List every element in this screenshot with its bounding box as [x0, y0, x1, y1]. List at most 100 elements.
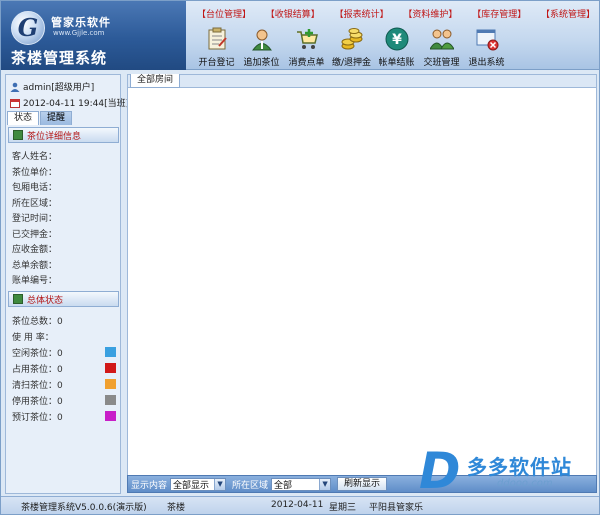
deposit-button[interactable]: 缴/退押金 — [329, 25, 374, 69]
exit-label: 退出系统 — [468, 58, 505, 68]
field-deposit-paid: 已交押金： — [12, 229, 58, 240]
user-icon — [10, 82, 20, 92]
left-tabs: 状态 提醒 — [7, 111, 73, 125]
users-icon — [429, 26, 455, 52]
tab-status[interactable]: 状态 — [7, 111, 40, 125]
chevron-down-icon: ▼ — [319, 478, 331, 490]
deposit-label: 缴/退押金 — [331, 58, 372, 68]
status-section-title: 总体状态 — [27, 295, 64, 306]
area-filter-label: 所在区域 — [232, 480, 269, 491]
area-filter-value: 全部 — [274, 480, 293, 491]
settle-bill-label: 帐单结账 — [378, 58, 415, 68]
cleaning-color-swatch — [105, 379, 116, 389]
exit-button[interactable]: 退出系统 — [464, 25, 509, 69]
free-color-swatch — [105, 347, 116, 357]
company-name: 管家乐软件 — [51, 16, 111, 29]
display-filter-select[interactable]: 全部显示 ▼ — [170, 477, 227, 491]
field-guest-name: 客人姓名： — [12, 152, 58, 162]
svg-text:¥: ¥ — [392, 32, 402, 48]
stat-disabled-seats: 停用茶位：0 — [12, 392, 116, 408]
tab-all-rooms[interactable]: 全部房间 — [130, 74, 181, 88]
add-seat-button[interactable]: 追加茶位 — [239, 25, 284, 69]
menu-reports[interactable]: 【报表统计】 — [335, 7, 389, 21]
room-tabbar — [128, 75, 596, 88]
user-add-icon — [249, 26, 275, 52]
current-user-text: admin[超级用户] — [23, 83, 95, 93]
stat-usage-rate-label: 使 用 率： — [12, 332, 54, 343]
menu-inventory[interactable]: 【库存管理】 — [472, 7, 526, 21]
field-room-phone: 包厢电话： — [12, 183, 58, 193]
app-title: 茶楼管理系统 — [11, 49, 108, 67]
disabled-color-swatch — [105, 395, 116, 405]
yen-icon: ¥ — [384, 26, 410, 52]
detail-section-title: 茶位详细信息 — [27, 131, 82, 142]
stat-total-seats-label: 茶位总数：0 — [12, 316, 63, 327]
field-checkin-time: 登记时间： — [12, 214, 58, 224]
stat-cleaning-seats: 清扫茶位：0 — [12, 376, 116, 392]
left-panel: admin[超级用户] 2012-04-11 19:44[当班] 状态 提醒 茶… — [5, 74, 129, 494]
refresh-button[interactable]: 刷新显示 — [337, 477, 388, 491]
status-company: 平阳县管家乐 — [369, 503, 424, 513]
field-balance: 总单余额： — [12, 260, 58, 271]
menu-system[interactable]: 【系统管理】 — [541, 7, 595, 21]
stat-disabled-seats-label: 停用茶位：0 — [12, 396, 63, 407]
watermark-text: 多多软件站 — [467, 455, 572, 479]
calendar-icon — [10, 98, 20, 108]
cart-icon — [294, 26, 320, 52]
settle-bill-button[interactable]: ¥ 帐单结账 — [374, 25, 419, 69]
occupied-color-swatch — [105, 363, 116, 373]
order-label: 消费点单 — [288, 58, 325, 68]
watermark-url: ddooo.com — [497, 478, 553, 489]
watermark-logo-icon: D — [419, 442, 461, 500]
field-area: 所在区域： — [12, 198, 58, 209]
toolbar: 开台登记 追加茶位 消费点单 缴/退押金 ¥ 帐单结账 交班管理 退出系统 — [194, 25, 594, 69]
shift-management-button[interactable]: 交班管理 — [419, 25, 464, 69]
shift-management-label: 交班管理 — [423, 58, 460, 68]
status-module: 茶楼 — [167, 503, 186, 513]
status-section-header: 总体状态 — [8, 291, 119, 307]
company-url: www.Gjjle.com — [53, 29, 105, 37]
open-table-button[interactable]: 开台登记 — [194, 25, 239, 69]
menu-data-maintenance[interactable]: 【资料维护】 — [403, 7, 457, 21]
field-amount-due: 应收金额： — [12, 245, 58, 255]
status-list: 茶位总数：0 使 用 率： 空闲茶位：0 占用茶位：0 清扫茶位：0 停用茶位：… — [12, 312, 116, 424]
open-table-label: 开台登记 — [198, 58, 235, 68]
logo-icon: G — [11, 11, 45, 45]
coins-icon — [339, 26, 365, 52]
top-menu: 【台位管理】 【收银结算】 【报表统计】 【资料维护】 【库存管理】 【系统管理… — [197, 7, 595, 21]
tab-reminder[interactable]: 提醒 — [40, 111, 73, 125]
status-date: 2012-04-11 — [271, 500, 324, 510]
add-seat-label: 追加茶位 — [243, 58, 280, 68]
current-datetime-text: 2012-04-11 19:44[当班] — [23, 99, 130, 109]
stat-free-seats: 空闲茶位：0 — [12, 344, 116, 360]
exit-icon — [474, 26, 500, 52]
header: G 管家乐软件 www.Gjjle.com 茶楼管理系统 【台位管理】 【收银结… — [1, 1, 599, 70]
order-button[interactable]: 消费点单 — [284, 25, 329, 69]
menu-table-management[interactable]: 【台位管理】 — [197, 7, 251, 21]
current-user: admin[超级用户] — [10, 80, 94, 93]
stat-occupied-seats-label: 占用茶位：0 — [12, 364, 63, 375]
clipboard-icon — [204, 26, 230, 52]
chevron-down-icon: ▼ — [214, 478, 226, 490]
app-window: G 管家乐软件 www.Gjjle.com 茶楼管理系统 【台位管理】 【收银结… — [0, 0, 600, 515]
display-filter-value: 全部显示 — [173, 480, 210, 491]
stat-reserved-seats-label: 预订茶位：0 — [12, 412, 63, 423]
current-datetime: 2012-04-11 19:44[当班] — [10, 96, 129, 109]
display-filter-label: 显示内容 — [131, 480, 168, 491]
menu-checkout[interactable]: 【收银结算】 — [266, 7, 320, 21]
area-filter-select[interactable]: 全部 ▼ — [271, 477, 332, 491]
stat-usage-rate: 使 用 率： — [12, 328, 116, 344]
stat-cleaning-seats-label: 清扫茶位：0 — [12, 380, 63, 391]
status-version: 茶楼管理系统V5.0.0.6(演示版) — [21, 503, 147, 513]
detail-fields: 客人姓名： 茶位单价： 包厢电话： 所在区域： 登记时间： 已交押金： 应收金额… — [12, 149, 57, 289]
room-view[interactable]: 全部房间 — [127, 74, 597, 476]
stat-reserved-seats: 预订茶位：0 — [12, 408, 116, 424]
watermark: D 多多软件站 ddooo.com — [419, 433, 599, 508]
field-seat-price: 茶位单价： — [12, 167, 58, 178]
stat-total-seats: 茶位总数：0 — [12, 312, 116, 328]
field-bill-number: 账单编号： — [12, 276, 58, 286]
stat-free-seats-label: 空闲茶位：0 — [12, 348, 63, 359]
status-weekday: 星期三 — [329, 503, 357, 513]
overall-status-icon — [13, 294, 23, 304]
stat-occupied-seats: 占用茶位：0 — [12, 360, 116, 376]
